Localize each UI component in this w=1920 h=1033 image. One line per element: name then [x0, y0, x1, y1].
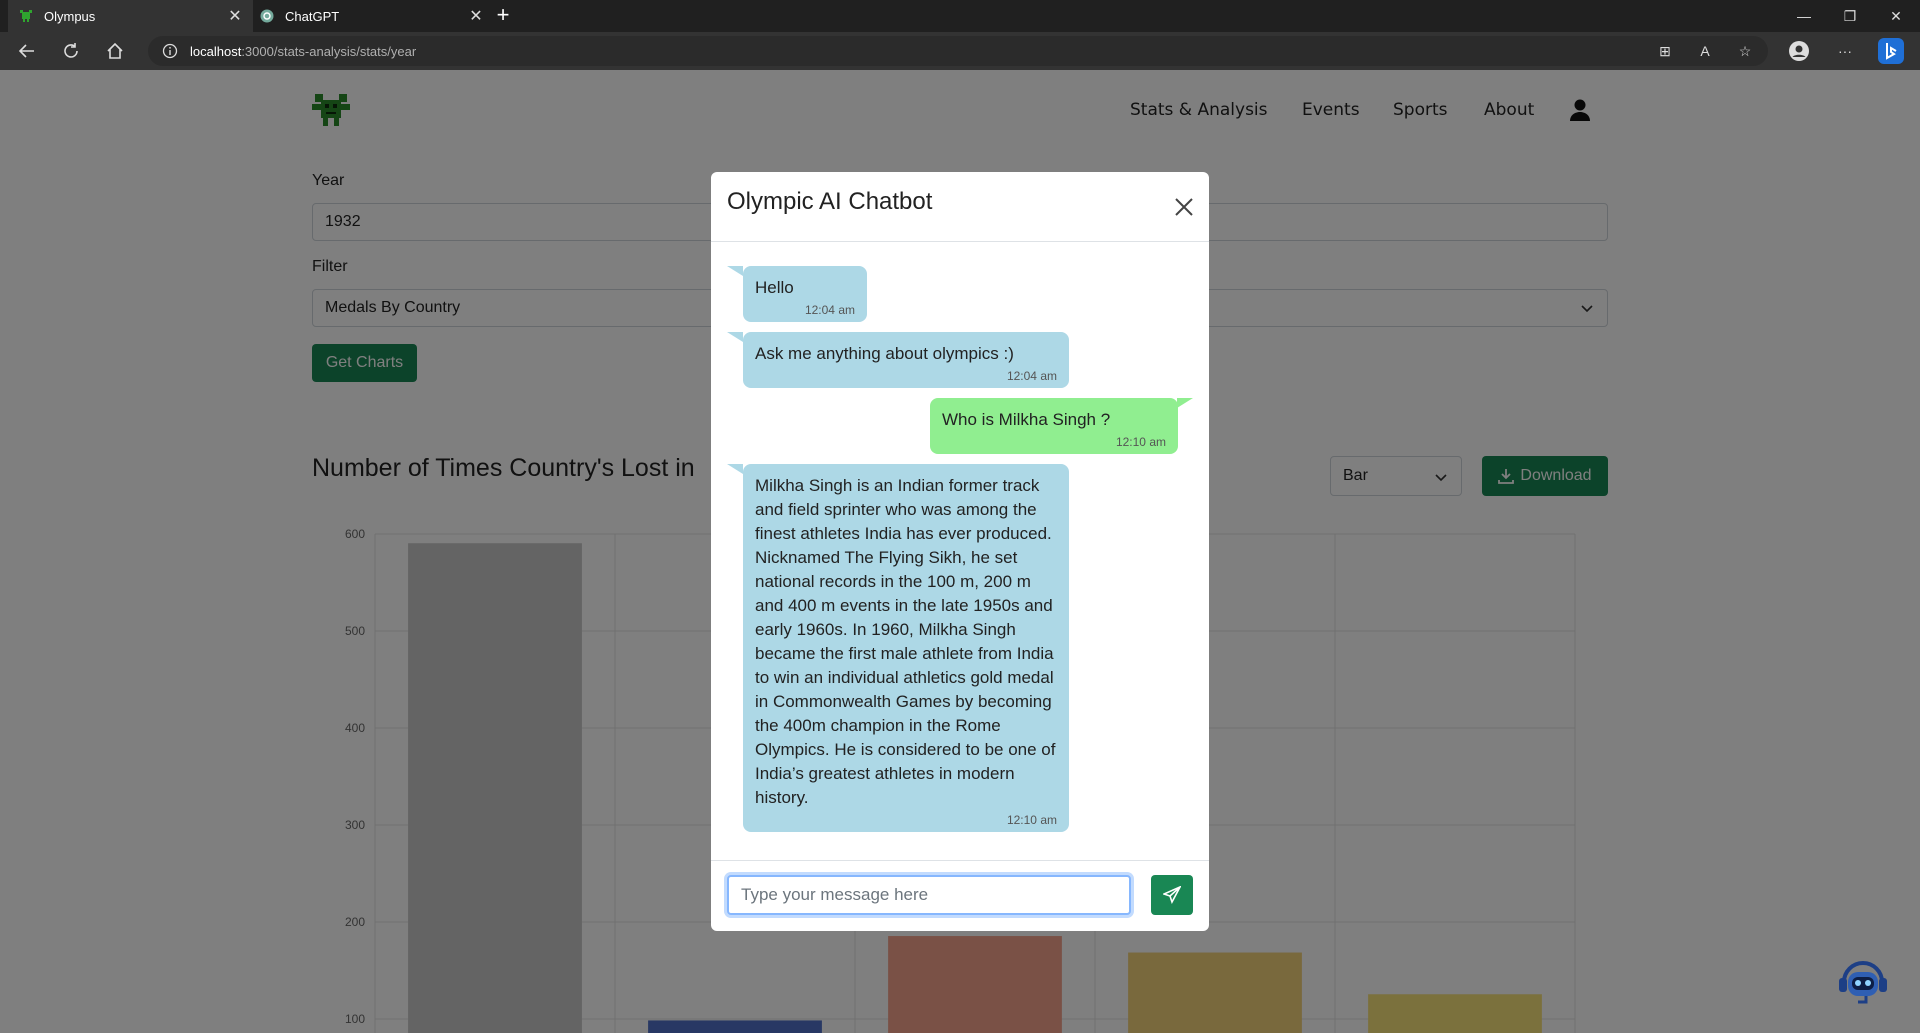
message-text: Hello — [755, 278, 794, 297]
send-button[interactable] — [1151, 875, 1193, 915]
chatbot-modal: Olympic AI Chatbot Hello 12:04 am Ask me… — [711, 172, 1209, 931]
chat-messages: Hello 12:04 am Ask me anything about oly… — [711, 242, 1209, 832]
browser-tab-bar: Olympus ✕ ChatGPT ✕ + — ❐ ✕ — [0, 0, 1920, 32]
more-options-icon[interactable]: ··· — [1830, 36, 1860, 66]
message-text: Who is Milkha Singh ? — [942, 410, 1111, 429]
bot-message: Ask me anything about olympics :) 12:04 … — [743, 332, 1069, 388]
bot-message: Milkha Singh is an Indian former track a… — [743, 464, 1069, 832]
address-bar[interactable]: localhost:3000/stats-analysis/stats/year — [148, 36, 1768, 66]
bubble-tail — [727, 266, 743, 276]
url-host: localhost — [190, 43, 242, 59]
message-time: 12:10 am — [1006, 813, 1057, 827]
site-info-icon[interactable] — [162, 43, 178, 59]
olympus-favicon-icon — [18, 8, 34, 24]
refresh-icon[interactable] — [56, 36, 86, 66]
bubble-tail — [727, 464, 743, 474]
message-input[interactable] — [727, 875, 1131, 915]
tab-olympus[interactable]: Olympus ✕ — [8, 0, 253, 32]
message-time: 12:04 am — [804, 303, 855, 317]
user-message: Who is Milkha Singh ? 12:10 am — [930, 398, 1178, 454]
message-text: Milkha Singh is an Indian former track a… — [755, 476, 1056, 807]
tab-close-icon[interactable]: ✕ — [227, 6, 243, 26]
message-time: 12:04 am — [1006, 369, 1057, 383]
profile-icon[interactable] — [1784, 36, 1814, 66]
bot-message: Hello 12:04 am — [743, 266, 867, 322]
favorite-star-icon[interactable]: ☆ — [1730, 36, 1760, 66]
window-close-icon[interactable]: ✕ — [1873, 0, 1919, 32]
bubble-tail — [727, 332, 743, 342]
minimize-icon[interactable]: — — [1781, 0, 1827, 32]
tab-title: ChatGPT — [285, 8, 340, 24]
back-icon[interactable] — [12, 36, 42, 66]
message-time: 12:10 am — [1115, 435, 1166, 449]
tab-close-icon[interactable]: ✕ — [468, 6, 484, 26]
bing-copilot-icon[interactable] — [1876, 36, 1906, 66]
chatbot-launcher-icon[interactable] — [1836, 958, 1890, 1006]
restore-icon[interactable]: ❐ — [1827, 0, 1873, 32]
url-path: :3000/stats-analysis/stats/year — [241, 43, 417, 59]
message-text: Ask me anything about olympics :) — [755, 344, 1014, 363]
chatgpt-favicon-icon — [259, 8, 275, 24]
close-icon[interactable] — [1173, 196, 1195, 218]
tab-chatgpt[interactable]: ChatGPT ✕ — [249, 0, 494, 32]
modal-header: Olympic AI Chatbot — [711, 172, 1209, 242]
browser-toolbar: localhost:3000/stats-analysis/stats/year… — [0, 32, 1920, 70]
modal-title: Olympic AI Chatbot — [727, 188, 933, 215]
bubble-tail — [1177, 398, 1193, 408]
paper-plane-icon — [1163, 886, 1181, 904]
app-available-icon[interactable]: ⊞ — [1650, 36, 1680, 66]
read-aloud-icon[interactable]: A — [1690, 36, 1720, 66]
home-icon[interactable] — [100, 36, 130, 66]
tab-title: Olympus — [44, 8, 96, 24]
new-tab-icon[interactable]: + — [490, 4, 516, 28]
modal-footer — [711, 860, 1209, 931]
